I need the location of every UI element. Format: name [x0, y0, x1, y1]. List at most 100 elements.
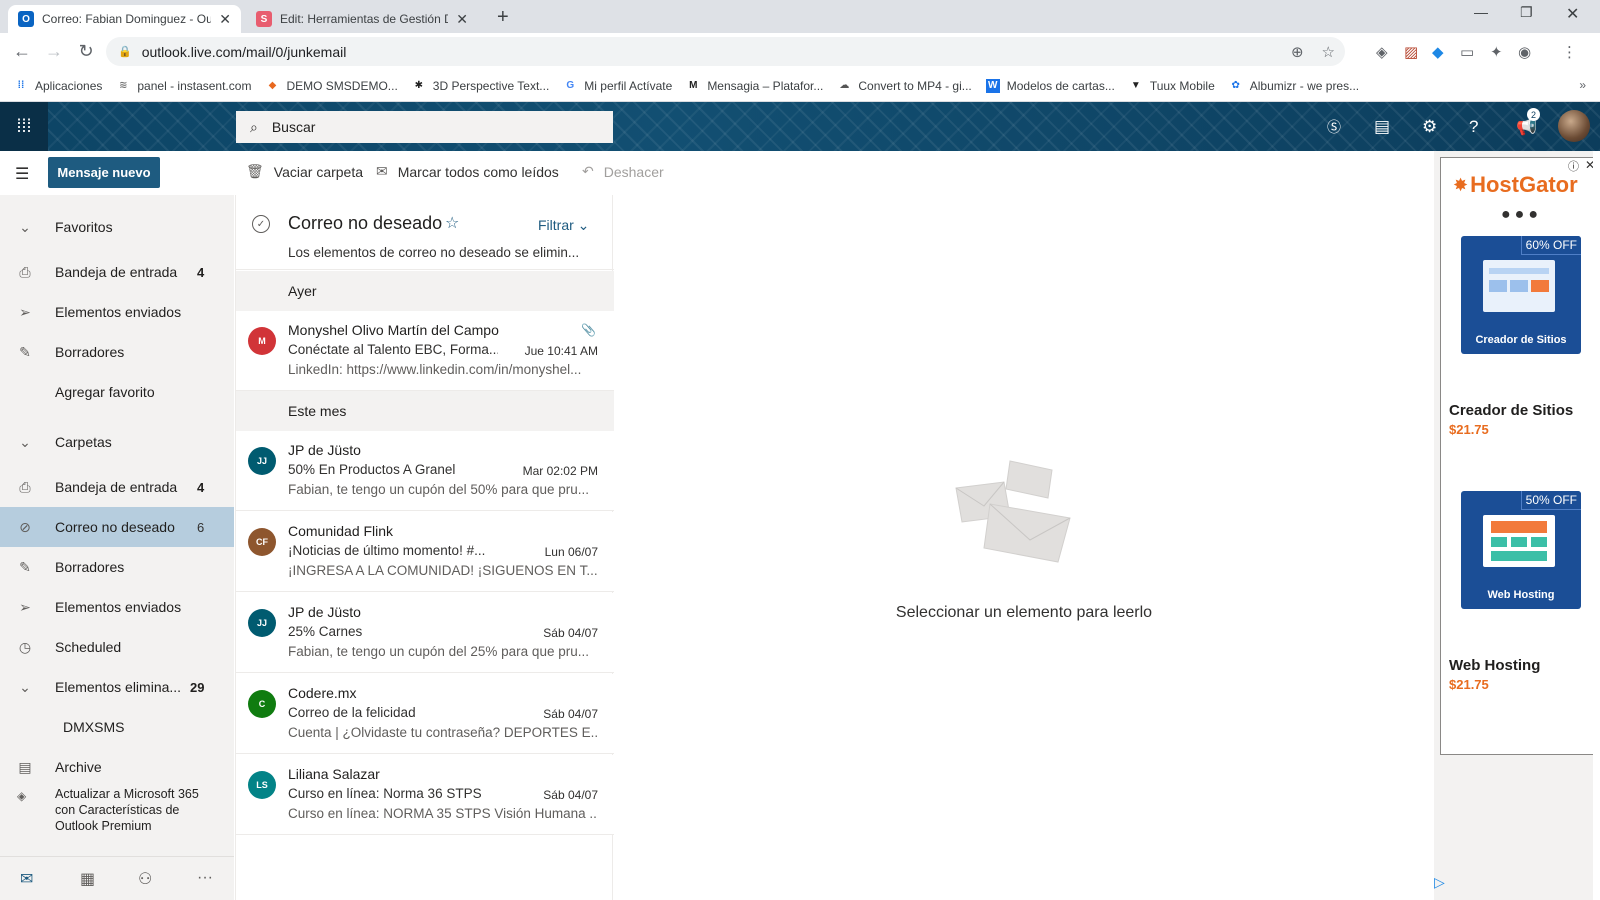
bookmark-convert[interactable]: ☁ Convert to MP4 - gi...	[837, 79, 971, 93]
bookmark-demo-sms[interactable]: ◆ DEMO SMSDEMO...	[265, 79, 398, 93]
message-row[interactable]: JJ JP de Jüsto 50% En Productos A Granel…	[236, 431, 614, 511]
search-input[interactable]: ⌕ Buscar	[236, 111, 613, 143]
ad-banner[interactable]: ⓘ ✕ ✸ HostGator ●●● 60% OFF Creador de S…	[1440, 157, 1600, 755]
tab-title: Correo: Fabian Dominguez - Outl	[42, 12, 212, 26]
new-tab-icon[interactable]: +	[497, 6, 509, 29]
discount-badge: 50% OFF	[1520, 491, 1581, 510]
star-icon[interactable]: ☆	[1322, 43, 1335, 61]
app-launcher-icon[interactable]: ⁞⁞⁞	[0, 102, 48, 151]
message-row[interactable]: CF Comunidad Flink ¡Noticias de último m…	[236, 512, 614, 592]
filter-button[interactable]: Filtrar ⌄	[538, 217, 589, 234]
undo-button[interactable]: ↶ Deshacer	[582, 163, 664, 180]
message-row[interactable]: C Codere.mx Correo de la felicidad Sáb 0…	[236, 674, 614, 754]
envelope-open-icon: ✉	[376, 163, 388, 179]
message-list: ✓ Correo no deseado ☆ Filtrar ⌄ Los elem…	[235, 195, 614, 900]
date: Lun 06/07	[544, 545, 598, 559]
add-favorite[interactable]: Agregar favorito	[0, 372, 234, 412]
folder-archive[interactable]: ▤ Archive	[0, 747, 234, 787]
message-row[interactable]: LS Liliana Salazar Curso en línea: Norma…	[236, 755, 614, 835]
group-header: Este mes	[236, 391, 614, 431]
group-header: Ayer	[236, 271, 614, 311]
chevron-down-icon: ⌄	[19, 433, 31, 450]
favorites-header[interactable]: ⌄ Favoritos	[0, 207, 234, 247]
back-icon[interactable]: ←	[9, 39, 35, 65]
bookmark-instasent[interactable]: ≋ panel - instasent.com	[116, 79, 251, 93]
kebab-menu-icon[interactable]: ⋮	[1562, 33, 1577, 70]
folder-inbox[interactable]: ⎙ Bandeja de entrada 4	[0, 467, 234, 507]
inbox-icon: ⎙	[19, 263, 31, 280]
add-icon[interactable]: ⊕	[1291, 43, 1304, 61]
apps-grid-icon: ⁞⁞	[17, 80, 25, 91]
star-icon[interactable]: ☆	[445, 213, 459, 233]
profile-avatar[interactable]: ◉	[1518, 33, 1531, 70]
adchoices-icon[interactable]: ▷	[1434, 874, 1445, 891]
avatar: JJ	[248, 447, 276, 475]
pencil-icon: ✎	[19, 343, 31, 360]
folder-junk[interactable]: ⊘ Correo no deseado 6	[0, 507, 234, 547]
help-icon[interactable]: ?	[1469, 102, 1478, 151]
folder-deleted[interactable]: ⌄ Elementos elimina... 29	[0, 667, 234, 707]
tab-edit[interactable]: S Edit: Herramientas de Gestión Di ✕	[246, 5, 478, 33]
mark-all-read-button[interactable]: ✉ Marcar todos como leídos	[376, 163, 559, 180]
sender: JP de Jüsto	[288, 442, 361, 458]
scrollbar[interactable]	[1593, 151, 1600, 900]
extension-icon[interactable]: ◈	[1376, 33, 1388, 70]
new-message-button[interactable]: Mensaje nuevo	[48, 157, 160, 188]
my-day-icon[interactable]: ▤	[1374, 102, 1390, 151]
bookmark-3d-text[interactable]: ✱ 3D Perspective Text...	[412, 79, 550, 93]
bookmark-mensagia[interactable]: M Mensagia – Platafor...	[686, 79, 823, 93]
extension-blue-icon[interactable]: ◆	[1432, 33, 1444, 70]
reload-icon[interactable]: ↻	[73, 39, 99, 65]
fav-sent[interactable]: ➢ Elementos enviados	[0, 292, 234, 332]
ad-image[interactable]: 60% OFF Creador de Sitios	[1461, 236, 1581, 354]
upgrade-link[interactable]: Actualizar a Microsoft 365 con Caracterí…	[55, 786, 205, 834]
folder-dmxsms[interactable]: DMXSMS	[0, 707, 234, 747]
puzzle-icon[interactable]: ✦	[1490, 33, 1503, 70]
more-apps-icon[interactable]: ···	[197, 869, 213, 887]
bookmark-tuux[interactable]: ▼ Tuux Mobile	[1129, 79, 1215, 93]
hamburger-menu-icon[interactable]: ☰	[15, 164, 29, 184]
mail-icon[interactable]: ✉	[20, 869, 33, 889]
account-avatar[interactable]	[1558, 110, 1590, 142]
folder-drafts[interactable]: ✎ Borradores	[0, 547, 234, 587]
tuux-icon: ▼	[1130, 80, 1141, 91]
people-icon[interactable]: ⚇	[138, 869, 152, 889]
bookmark-modelos[interactable]: W Modelos de cartas...	[985, 78, 1115, 93]
fav-drafts[interactable]: ✎ Borradores	[0, 332, 234, 372]
convert-icon: ☁	[839, 80, 850, 91]
bookmarks-more-icon[interactable]: »	[1579, 78, 1586, 92]
close-icon[interactable]: ✕	[219, 11, 231, 28]
cast-icon[interactable]: ▭	[1460, 33, 1474, 70]
tab-outlook[interactable]: O Correo: Fabian Dominguez - Outl ✕	[8, 5, 241, 33]
empty-folder-button[interactable]: 🗑 Vaciar carpeta	[246, 163, 363, 180]
select-all-checkbox[interactable]: ✓	[252, 215, 270, 233]
bookmark-perfil[interactable]: G Mi perfil Actívate	[563, 79, 672, 93]
folder-sent[interactable]: ➢ Elementos enviados	[0, 587, 234, 627]
folder-scheduled[interactable]: ◷ Scheduled	[0, 627, 234, 667]
address-bar[interactable]: 🔒 outlook.live.com/mail/0/junkemail ⊕ ☆	[106, 37, 1345, 66]
search-icon: ⌕	[250, 118, 258, 135]
diamond-icon: ◆	[268, 80, 277, 91]
close-icon[interactable]: ✕	[456, 11, 468, 28]
forward-icon[interactable]: →	[41, 39, 67, 65]
maximize-icon[interactable]: ❐	[1520, 4, 1533, 21]
bookmark-albumizr[interactable]: ✿ Albumizr - we pres...	[1229, 79, 1360, 93]
pdf-extension-icon[interactable]: ▨	[1404, 33, 1418, 70]
sender: Monyshel Olivo Martín del Campo	[288, 322, 499, 338]
ad-image[interactable]: 50% OFF Web Hosting	[1461, 491, 1581, 609]
ad-brand: HostGator	[1470, 172, 1578, 197]
fav-inbox[interactable]: ⎙ Bandeja de entrada 4	[0, 252, 234, 292]
bookmark-aplicaciones[interactable]: ⁞⁞ Aplicaciones	[14, 78, 103, 93]
settings-gear-icon[interactable]: ⚙	[1422, 102, 1437, 151]
google-icon: G	[566, 80, 575, 91]
message-row[interactable]: JJ JP de Jüsto 25% Carnes Sáb 04/07 Fabi…	[236, 593, 614, 673]
calendar-icon[interactable]: ▦	[80, 869, 95, 889]
bookmark-label: Aplicaciones	[35, 78, 103, 93]
minimize-icon[interactable]: —	[1474, 4, 1488, 20]
folders-header[interactable]: ⌄ Carpetas	[0, 422, 234, 462]
window-close-icon[interactable]: ✕	[1566, 4, 1579, 24]
skype-icon[interactable]: Ⓢ	[1327, 102, 1341, 151]
date: Sáb 04/07	[543, 788, 598, 802]
bookmark-label: Convert to MP4 - gi...	[858, 78, 972, 93]
message-row[interactable]: M Monyshel Olivo Martín del Campo 📎 Coné…	[236, 311, 614, 391]
